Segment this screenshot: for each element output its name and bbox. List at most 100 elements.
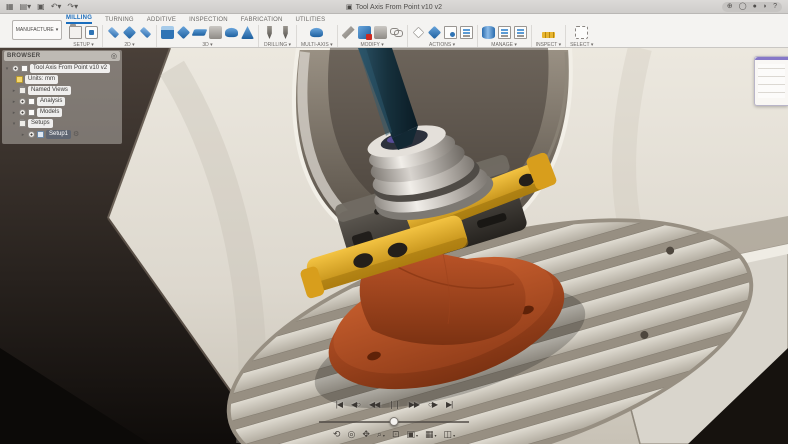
- play-backward-button[interactable]: ◀◀: [369, 400, 380, 409]
- zoom-icon[interactable]: ⌕ ▾: [377, 429, 385, 439]
- browser-row-label[interactable]: Units: mm: [25, 75, 58, 84]
- simulation-timeline-slider[interactable]: [319, 417, 469, 427]
- group-label-inspect[interactable]: INSPECT ▾: [536, 42, 561, 48]
- tab-turning[interactable]: TURNING: [105, 17, 134, 24]
- simulate-icon[interactable]: [427, 25, 441, 40]
- expander-icon[interactable]: ▸: [20, 132, 26, 138]
- browser-row-label[interactable]: Analysis: [37, 97, 66, 106]
- drill-icon[interactable]: [267, 26, 272, 39]
- previous-operation-button[interactable]: ◀○: [351, 400, 361, 409]
- display-settings-icon[interactable]: ▣ ▾: [406, 429, 418, 439]
- tab-additive[interactable]: ADDITIVE: [147, 17, 176, 24]
- save-icon[interactable]: ▣: [37, 2, 45, 11]
- multi-axis-contour-icon[interactable]: [310, 27, 324, 38]
- browser-row-label[interactable]: Setups: [28, 119, 53, 128]
- data-panel-grid-icon[interactable]: ▦: [6, 2, 14, 11]
- visibility-eye-icon[interactable]: [28, 131, 35, 138]
- 2d-adaptive-icon[interactable]: [107, 26, 120, 39]
- group-label-drilling[interactable]: DRILLING ▾: [264, 42, 291, 48]
- new-setup-icon[interactable]: [69, 24, 82, 39]
- grid-snaps-icon[interactable]: ▦ ▾: [425, 429, 437, 439]
- post-process-icon[interactable]: [443, 26, 457, 39]
- browser-row-label[interactable]: Models: [37, 108, 63, 117]
- expander-icon[interactable]: ▸: [11, 88, 17, 94]
- group-label-2d[interactable]: 2D ▾: [124, 42, 134, 48]
- browser-row-label-selected[interactable]: Setup1: [46, 130, 72, 139]
- tab-inspection[interactable]: INSPECTION: [189, 17, 228, 24]
- slider-handle[interactable]: [389, 417, 399, 426]
- tab-fabrication[interactable]: FABRICATION: [241, 17, 283, 24]
- go-to-start-button[interactable]: |◀: [336, 400, 343, 409]
- workspace-selector-button[interactable]: MANUFACTURE ▾: [12, 20, 62, 40]
- gear-icon[interactable]: ⚙: [73, 131, 79, 139]
- browser-filter-icon[interactable]: ◎: [111, 53, 117, 60]
- 3d-viewport-canvas[interactable]: BROWSER ◎ ▾ Tool Axis From Point v10 v2 …: [0, 48, 788, 444]
- next-operation-button[interactable]: ○▶: [428, 400, 438, 409]
- window-select-icon[interactable]: [575, 26, 589, 39]
- viewports-icon[interactable]: ◫ ▾: [444, 429, 456, 439]
- fit-icon[interactable]: ⊡: [392, 429, 400, 439]
- extensions-icon[interactable]: ◯: [739, 3, 747, 11]
- browser-row-label[interactable]: Named Views: [28, 86, 71, 95]
- morph-icon[interactable]: [241, 26, 254, 39]
- profile-avatar-icon[interactable]: ●: [753, 3, 757, 11]
- bore-icon[interactable]: [283, 26, 288, 39]
- file-menu-icon[interactable]: ▤▾: [20, 2, 32, 11]
- tab-milling[interactable]: MILLING: [66, 15, 93, 24]
- measure-icon[interactable]: [541, 31, 555, 38]
- flow-icon[interactable]: [225, 27, 238, 38]
- pocket-clearing-icon[interactable]: [176, 25, 191, 40]
- steep-shallow-icon[interactable]: [209, 26, 222, 39]
- browser-header[interactable]: BROWSER ◎: [4, 51, 120, 61]
- tool-library-icon[interactable]: [481, 26, 495, 39]
- expander-icon[interactable]: ▸: [11, 110, 17, 116]
- group-label-multi-axis[interactable]: MULTI-AXIS ▾: [301, 42, 333, 48]
- browser-row-setups[interactable]: ▾ Setups: [11, 118, 120, 129]
- task-manager-icon[interactable]: [497, 26, 511, 39]
- generate-icon[interactable]: [412, 26, 424, 39]
- group-label-setup[interactable]: SETUP ▾: [73, 42, 93, 48]
- expander-icon[interactable]: ▸: [11, 99, 17, 105]
- visibility-eye-icon[interactable]: [19, 98, 26, 105]
- visibility-eye-icon[interactable]: [19, 109, 26, 116]
- orbit-icon[interactable]: ⟲: [333, 429, 341, 439]
- group-label-modify[interactable]: MODIFY ▾: [360, 42, 383, 48]
- pan-icon[interactable]: ✥: [362, 429, 370, 439]
- browser-row-label[interactable]: Tool Axis From Point v10 v2: [30, 64, 111, 73]
- edit-toolpath-icon[interactable]: [341, 26, 355, 39]
- notifications-icon[interactable]: ◗: [763, 3, 767, 11]
- play-forward-button[interactable]: ▶▶: [409, 400, 420, 409]
- look-at-icon[interactable]: ◎: [347, 429, 355, 439]
- link-icon[interactable]: [389, 26, 403, 39]
- redo-icon[interactable]: ↷▾: [67, 2, 78, 11]
- tab-utilities[interactable]: UTILITIES: [296, 17, 326, 24]
- job-status-icon[interactable]: ⊕: [727, 3, 733, 11]
- work-offset-icon[interactable]: [85, 26, 98, 39]
- group-label-actions[interactable]: ACTIONS ▾: [429, 42, 455, 48]
- visibility-eye-icon[interactable]: [12, 65, 19, 72]
- 2d-pocket-icon[interactable]: [122, 25, 137, 40]
- setup-sheet-icon[interactable]: [459, 26, 473, 39]
- browser-row-setup1[interactable]: ▸ Setup1 ⚙: [20, 129, 120, 140]
- go-to-end-button[interactable]: ▶|: [446, 400, 453, 409]
- browser-row-document[interactable]: ▾ Tool Axis From Point v10 v2: [4, 63, 120, 74]
- group-label-3d[interactable]: 3D ▾: [202, 42, 212, 48]
- templates-icon[interactable]: [513, 26, 527, 39]
- browser-row-named-views[interactable]: ▸ Named Views: [11, 85, 120, 96]
- delete-toolpath-icon[interactable]: [357, 26, 372, 40]
- parallel-icon[interactable]: [191, 29, 208, 36]
- 2d-contour-icon[interactable]: [139, 26, 152, 39]
- adaptive-clearing-icon[interactable]: [161, 26, 174, 39]
- browser-row-models[interactable]: ▸ Models: [11, 107, 120, 118]
- feed-height-icon[interactable]: [373, 26, 387, 39]
- browser-row-analysis[interactable]: ▸ Analysis: [11, 96, 120, 107]
- help-icon[interactable]: ?: [773, 3, 777, 11]
- expander-icon[interactable]: ▾: [11, 121, 17, 127]
- browser-row-units[interactable]: Units: mm: [16, 74, 120, 85]
- group-label-select[interactable]: SELECT ▾: [570, 42, 593, 48]
- expander-icon[interactable]: ▾: [4, 66, 10, 72]
- group-label-manage[interactable]: MANAGE ▾: [491, 42, 517, 48]
- clipped-dialog-panel[interactable]: [754, 56, 788, 106]
- pause-button[interactable]: ❘❘: [388, 400, 400, 409]
- undo-icon[interactable]: ↶▾: [51, 2, 62, 11]
